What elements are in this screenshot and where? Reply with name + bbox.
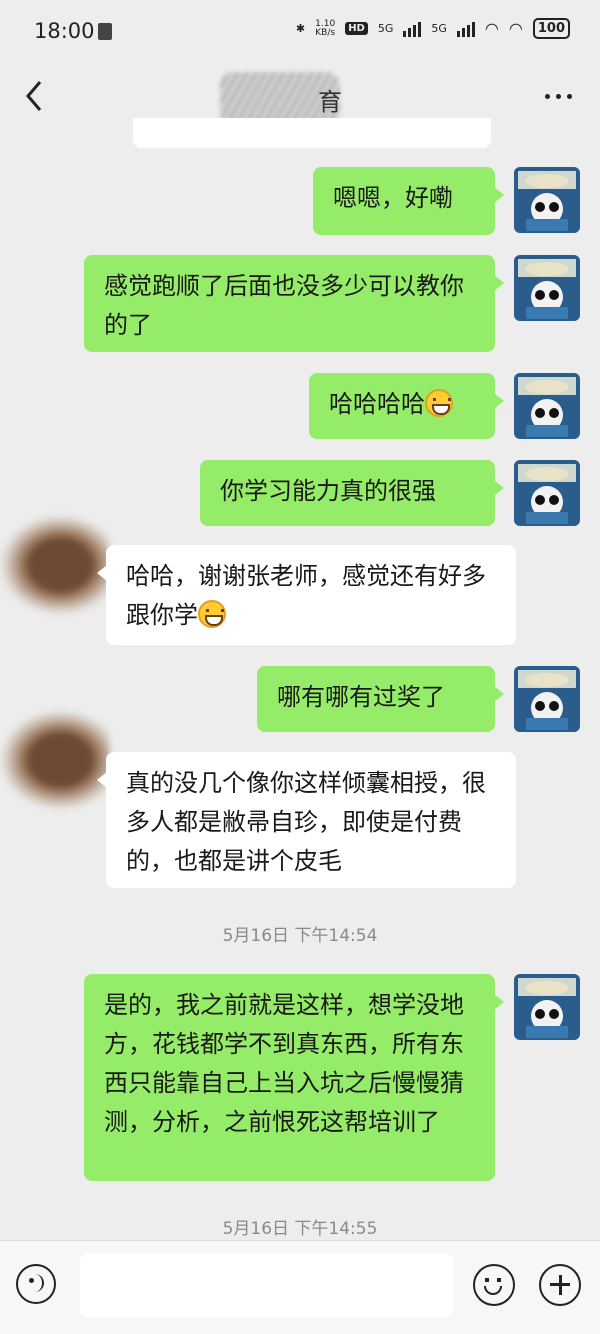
- signal-label-1: 5G: [377, 22, 394, 35]
- wifi-icon: ◠: [484, 19, 499, 38]
- message-text: 哪有哪有过奖了: [277, 683, 445, 711]
- message-text: 是的，我之前就是这样，想学没地方，花钱都学不到真东西，所有东西只能靠自己上当入坑…: [104, 991, 464, 1136]
- message-text: 哈哈，谢谢张老师，感觉还有好多跟你学: [126, 562, 486, 629]
- panda-avatar-icon: [514, 460, 580, 526]
- signal-label-2: 5G: [431, 22, 447, 35]
- emoji-button[interactable]: [473, 1264, 515, 1306]
- network-speed-unit: KB/s: [315, 27, 336, 38]
- battery-indicator: 100: [532, 18, 570, 39]
- message-bubble-received[interactable]: 哈哈，谢谢张老师，感觉还有好多跟你学: [97, 545, 516, 645]
- my-avatar[interactable]: [514, 373, 580, 439]
- bluetooth-icon: ✱: [295, 22, 306, 35]
- message-bubble-sent[interactable]: 哪有哪有过奖了: [257, 666, 504, 732]
- message-text: 感觉跑顺了后面也没多少可以教你的了: [104, 272, 464, 339]
- more-actions-button[interactable]: [539, 1264, 581, 1306]
- wifi-icon: ◠: [508, 19, 523, 38]
- message-bubble-sent[interactable]: 感觉跑顺了后面也没多少可以教你的了: [84, 255, 504, 352]
- voice-button[interactable]: [16, 1264, 56, 1304]
- contact-avatar-redacted[interactable]: [0, 710, 110, 810]
- chevron-left-icon: [26, 81, 42, 111]
- status-time: 18:00: [34, 19, 95, 43]
- network-speed: 1.10 KB/s: [315, 19, 336, 38]
- panda-avatar-icon: [514, 974, 580, 1040]
- previous-message-fragment: [133, 118, 491, 148]
- grin-emoji-icon: [425, 389, 453, 417]
- panda-avatar-icon: [514, 666, 580, 732]
- more-dots-icon: [545, 94, 550, 99]
- panda-avatar-icon: [514, 255, 580, 321]
- grin-emoji-icon: [198, 600, 226, 628]
- panda-avatar-icon: [514, 167, 580, 233]
- message-bubble-sent[interactable]: 你学习能力真的很强: [200, 460, 504, 526]
- message-text: 真的没几个像你这样倾囊相授，很多人都是敝帚自珍，即使是付费的，也都是讲个皮毛: [126, 769, 486, 875]
- message-text: 哈哈哈哈: [329, 390, 425, 418]
- contact-avatar-redacted[interactable]: [0, 515, 110, 615]
- my-avatar[interactable]: [514, 666, 580, 732]
- message-timestamp: 5月16日 下午14:55: [222, 1219, 378, 1239]
- back-button[interactable]: [20, 76, 50, 116]
- input-bar: [0, 1240, 600, 1334]
- status-bar: 18:00 ✱ 1.10 KB/s HD 5G 5G ◠ ◠ 100: [0, 0, 600, 64]
- panda-avatar-icon: [514, 373, 580, 439]
- my-avatar[interactable]: [514, 255, 580, 321]
- my-avatar[interactable]: [514, 167, 580, 233]
- message-bubble-sent[interactable]: 是的，我之前就是这样，想学没地方，花钱都学不到真东西，所有东西只能靠自己上当入坑…: [84, 974, 504, 1181]
- signal-bars-icon: [456, 21, 475, 37]
- hd-badge: HD: [345, 22, 368, 35]
- message-text: 嗯嗯，好嘞: [333, 184, 453, 212]
- my-avatar[interactable]: [514, 974, 580, 1040]
- status-icons: ✱ 1.10 KB/s HD 5G 5G ◠ ◠ 100: [296, 18, 570, 39]
- chat-title: 育: [318, 88, 342, 116]
- message-bubble-sent[interactable]: 哈哈哈哈: [309, 373, 504, 439]
- clipboard-icon: [98, 23, 112, 40]
- my-avatar[interactable]: [514, 460, 580, 526]
- message-bubble-sent[interactable]: 嗯嗯，好嘞: [313, 167, 504, 235]
- signal-bars-icon: [403, 21, 422, 37]
- message-input[interactable]: [80, 1253, 453, 1317]
- message-text: 你学习能力真的很强: [220, 477, 436, 505]
- message-bubble-received[interactable]: 真的没几个像你这样倾囊相授，很多人都是敝帚自珍，即使是付费的，也都是讲个皮毛: [97, 752, 516, 888]
- more-button[interactable]: [545, 94, 572, 99]
- message-timestamp: 5月16日 下午14:54: [222, 926, 378, 946]
